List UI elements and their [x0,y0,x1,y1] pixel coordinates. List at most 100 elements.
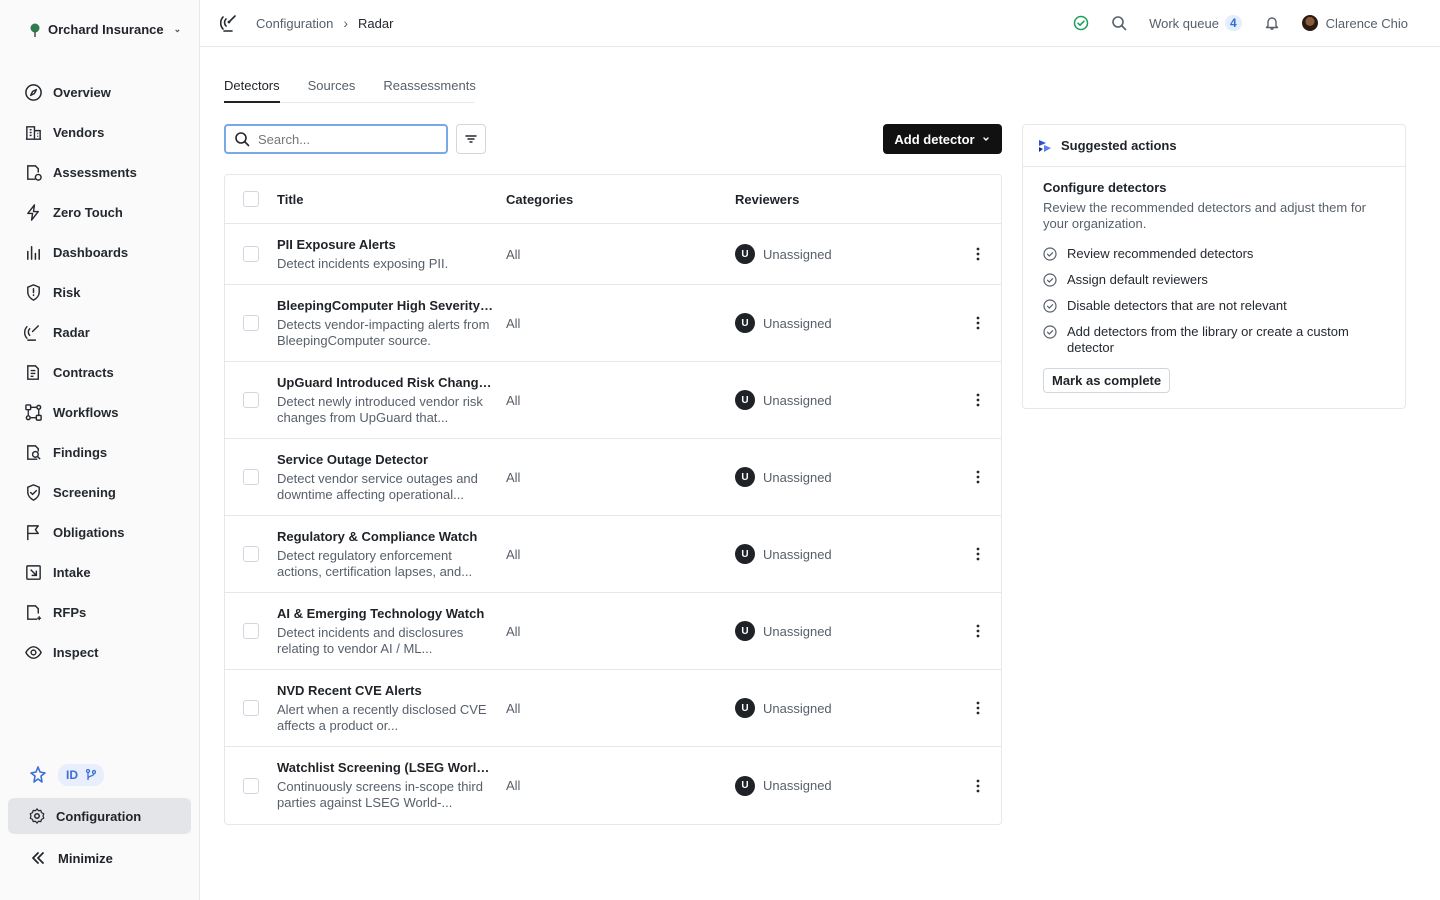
sidebar-item-rfps[interactable]: RFPs [0,592,200,632]
more-vertical-icon[interactable] [970,778,986,794]
table-row[interactable]: PII Exposure Alerts Detect incidents expo… [225,224,1001,285]
table-row[interactable]: Watchlist Screening (LSEG World... Contin… [225,747,1001,824]
detector-title[interactable]: Regulatory & Compliance Watch [277,529,494,544]
detector-title[interactable]: Watchlist Screening (LSEG World... [277,760,494,775]
detector-title[interactable]: PII Exposure Alerts [277,237,494,252]
select-all-checkbox[interactable] [243,191,259,207]
sidebar-item-obligations[interactable]: Obligations [0,512,200,552]
column-reviewers[interactable]: Reviewers [735,192,955,207]
work-queue-button[interactable]: Work queue 4 [1149,15,1242,31]
detector-reviewer[interactable]: U Unassigned [735,244,955,264]
check-circle-icon [1043,325,1057,339]
row-checkbox[interactable] [243,623,259,639]
sidebar-item-radar[interactable]: Radar [0,312,200,352]
detector-title[interactable]: BleepingComputer High Severity ... [277,298,494,313]
sidebar-item-risk[interactable]: Risk [0,272,200,312]
detector-reviewer[interactable]: U Unassigned [735,698,955,718]
org-switcher[interactable]: Orchard Insurance ⌄ [30,22,181,37]
detector-title[interactable]: NVD Recent CVE Alerts [277,683,494,698]
table-row[interactable]: NVD Recent CVE Alerts Alert when a recent… [225,670,1001,747]
sidebar-item-label: Contracts [53,364,114,380]
add-detector-button[interactable]: Add detector [883,124,1002,154]
filter-button[interactable] [456,124,486,154]
detector-reviewer[interactable]: U Unassigned [735,390,955,410]
detector-title[interactable]: AI & Emerging Technology Watch [277,606,494,621]
table-row[interactable]: Regulatory & Compliance Watch Detect regu… [225,516,1001,593]
tab-reassessments[interactable]: Reassessments [383,70,475,103]
sparkle-icon[interactable] [28,765,48,785]
configure-detectors-title: Configure detectors [1043,180,1167,195]
column-categories[interactable]: Categories [506,192,735,207]
sidebar-item-label: Workflows [53,404,119,420]
add-detector-label: Add detector [894,131,975,147]
sidebar-item-intake[interactable]: Intake [0,552,200,592]
more-vertical-icon[interactable] [970,246,986,262]
row-checkbox[interactable] [243,777,259,794]
reviewer-avatar: U [735,390,755,410]
check-circle-icon[interactable] [1073,15,1089,31]
sidebar-item-dashboards[interactable]: Dashboards [0,232,200,272]
sidebar-item-assessments[interactable]: Assessments [0,152,200,192]
checklist-item: Add detectors from the library or create… [1043,324,1385,356]
minimize-button[interactable]: Minimize [8,842,191,874]
row-checkbox[interactable] [243,246,259,262]
table-row[interactable]: Service Outage Detector Detect vendor ser… [225,439,1001,516]
more-vertical-icon[interactable] [970,623,986,639]
detector-desc: Detect incidents and disclosures relatin… [277,624,464,656]
detector-desc: Continuously screens in-scope third part… [277,779,483,810]
mark-complete-button[interactable]: Mark as complete [1043,368,1171,393]
sidebar-item-workflows[interactable]: Workflows [0,392,200,432]
check-circle-icon [1043,273,1057,287]
reviewer-avatar: U [735,467,755,487]
breadcrumb-parent[interactable]: Configuration [256,16,333,31]
more-vertical-icon[interactable] [970,546,986,562]
row-checkbox[interactable] [243,315,259,331]
sidebar-item-overview[interactable]: Overview [0,72,200,112]
id-badge[interactable]: ID [58,764,104,786]
search-icon[interactable] [1111,15,1127,31]
detector-desc: Alert when a recently disclosed CVE affe… [277,701,487,733]
more-vertical-icon[interactable] [970,469,986,485]
detector-reviewer[interactable]: U Unassigned [735,544,955,564]
reviewer-name: Unassigned [763,778,832,793]
intake-icon [26,564,41,580]
reviewer-name: Unassigned [763,623,832,639]
tab-sources[interactable]: Sources [308,70,356,103]
sidebar-item-zero-touch[interactable]: Zero Touch [0,192,200,232]
tab-detectors[interactable]: Detectors [224,70,280,103]
search-input[interactable] [258,131,428,147]
more-vertical-icon[interactable] [970,392,986,408]
row-checkbox[interactable] [243,700,259,716]
checklist-item: Assign default reviewers [1043,272,1385,288]
sidebar: Orchard Insurance ⌄ Overview Vendors Asses… [0,0,200,900]
sidebar-item-inspect[interactable]: Inspect [0,632,200,672]
detector-reviewer[interactable]: U Unassigned [735,775,955,796]
sidebar-item-configuration[interactable]: Configuration [8,798,191,834]
chevron-down-icon [982,137,989,141]
sidebar-item-findings[interactable]: Findings [0,432,200,472]
sidebar-item-label: Intake [53,564,91,580]
sidebar-item-screening[interactable]: Screening [0,472,200,512]
more-vertical-icon[interactable] [970,315,986,331]
sidebar-item-vendors[interactable]: Vendors [0,112,200,152]
detector-title[interactable]: UpGuard Introduced Risk Change... [277,375,494,390]
tabs: Detectors Sources Reassessments [224,70,476,103]
document-check-icon [27,164,42,181]
detector-category: All [506,392,521,408]
table-row[interactable]: BleepingComputer High Severity ... Detect… [225,285,1001,362]
detector-reviewer[interactable]: U Unassigned [735,467,955,487]
column-title[interactable]: Title [277,192,506,207]
row-checkbox[interactable] [243,392,259,408]
workflow-icon [25,403,42,421]
row-checkbox[interactable] [243,469,259,485]
more-vertical-icon[interactable] [970,700,986,716]
detector-title[interactable]: Service Outage Detector [277,452,494,467]
sidebar-item-contracts[interactable]: Contracts [0,352,200,392]
detector-reviewer[interactable]: U Unassigned [735,313,955,333]
table-row[interactable]: UpGuard Introduced Risk Change... Detect … [225,362,1001,439]
user-menu[interactable]: Clarence Chio [1301,15,1408,31]
bell-icon[interactable] [1264,15,1280,31]
table-row[interactable]: AI & Emerging Technology Watch Detect inc… [225,593,1001,670]
row-checkbox[interactable] [243,546,259,562]
detector-reviewer[interactable]: U Unassigned [735,621,955,641]
